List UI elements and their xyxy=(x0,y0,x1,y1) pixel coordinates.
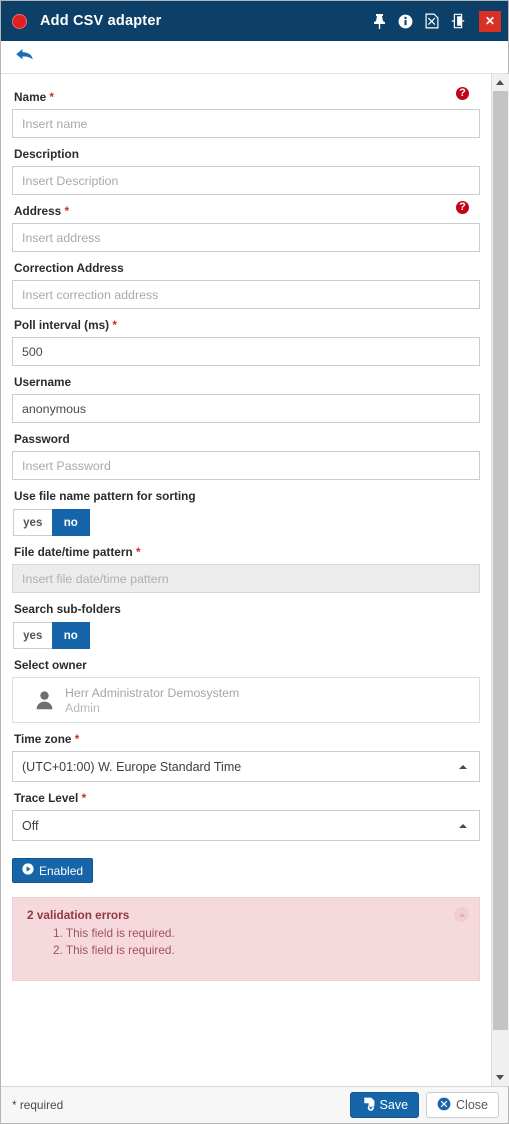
pin-icon[interactable] xyxy=(371,12,388,31)
field-search-subfolders: Search sub-folders yes no xyxy=(12,596,477,649)
field-select-owner: Select owner Herr Administrator Demosyst… xyxy=(12,652,480,723)
field-file-datetime-pattern: File date/time pattern * Insert file dat… xyxy=(12,539,480,593)
label-password: Password xyxy=(14,432,70,446)
field-poll-interval: Poll interval (ms) * 500 xyxy=(12,312,480,366)
subfolders-yes-option[interactable]: yes xyxy=(13,622,52,649)
info-icon[interactable] xyxy=(397,12,414,31)
dialog-footer: * required Save Close xyxy=(1,1086,508,1123)
validation-error-list: 1. This field is required. 2. This field… xyxy=(27,925,467,959)
time-zone-select[interactable]: (UTC+01:00) W. Europe Standard Time xyxy=(12,751,480,782)
required-note: * required xyxy=(12,1098,64,1112)
address-error-icon[interactable]: ? xyxy=(455,200,470,215)
enabled-button-label: Enabled xyxy=(39,863,84,878)
chevron-up-icon xyxy=(459,823,467,828)
titlebar-actions: ✕ xyxy=(371,10,504,32)
trace-level-value: Off xyxy=(22,818,39,833)
label-name: Name * xyxy=(14,90,55,104)
use-file-name-pattern-toggle[interactable]: yes no xyxy=(13,509,90,536)
time-zone-value: (UTC+01:00) W. Europe Standard Time xyxy=(22,759,242,774)
dialog-titlebar: Add CSV adapter ✕ xyxy=(1,1,508,41)
adapter-form: Name * ? Insert name Description Insert … xyxy=(1,74,491,1086)
password-input[interactable]: Insert Password xyxy=(12,451,480,480)
toggle-yes-option[interactable]: yes xyxy=(13,509,52,536)
owner-details: Herr Administrator Demosystem Admin xyxy=(65,686,239,715)
name-error-icon[interactable]: ? xyxy=(455,86,470,101)
pdf-export-icon[interactable] xyxy=(423,12,440,31)
scrollbar-track[interactable] xyxy=(491,91,509,1069)
field-password: Password Insert Password xyxy=(12,426,480,480)
description-input[interactable]: Insert Description xyxy=(12,166,480,195)
field-correction-address: Correction Address Insert correction add… xyxy=(12,255,480,309)
label-address: Address * xyxy=(14,204,70,218)
label-username: Username xyxy=(14,375,72,389)
validation-errors-panel: 2 validation errors 1. This field is req… xyxy=(12,897,480,981)
field-address: Address * ? Insert address xyxy=(12,198,480,252)
label-use-file-name-pattern: Use file name pattern for sorting xyxy=(14,489,196,503)
subfolders-no-option[interactable]: no xyxy=(51,622,90,649)
label-description: Description xyxy=(14,147,79,161)
label-select-owner: Select owner xyxy=(14,658,87,672)
label-file-datetime-pattern: File date/time pattern * xyxy=(14,545,141,559)
scroll-up-arrow-icon[interactable] xyxy=(491,74,509,91)
field-time-zone: Time zone * (UTC+01:00) W. Europe Standa… xyxy=(12,726,480,782)
correction-address-input[interactable]: Insert correction address xyxy=(12,280,480,309)
field-trace-level: Trace Level * Off xyxy=(12,785,480,841)
save-button[interactable]: Save xyxy=(349,1092,420,1118)
save-button-label: Save xyxy=(379,1098,409,1112)
form-scrollbar[interactable] xyxy=(491,74,509,1086)
file-datetime-pattern-input: Insert file date/time pattern xyxy=(12,564,480,593)
address-input[interactable]: Insert address xyxy=(12,223,480,252)
scrollbar-thumb[interactable] xyxy=(492,91,508,1030)
dialog-title: Add CSV adapter xyxy=(40,13,162,29)
field-use-file-name-pattern: Use file name pattern for sorting yes no xyxy=(12,483,477,536)
label-time-zone: Time zone * xyxy=(14,732,80,746)
trace-level-select[interactable]: Off xyxy=(12,810,480,841)
name-input[interactable]: Insert name xyxy=(12,109,480,138)
owner-name: Herr Administrator Demosystem xyxy=(65,685,240,700)
label-poll-interval: Poll interval (ms) * xyxy=(14,318,117,332)
scroll-down-arrow-icon[interactable] xyxy=(491,1069,509,1086)
add-csv-adapter-dialog: Add CSV adapter ✕ Name * ? Insert name D… xyxy=(0,0,509,1124)
close-button[interactable]: Close xyxy=(426,1092,499,1118)
label-search-subfolders: Search sub-folders xyxy=(14,602,121,616)
validation-collapse-icon[interactable] xyxy=(454,907,469,922)
close-button-label: Close xyxy=(456,1098,488,1112)
owner-role: Admin xyxy=(65,700,100,715)
list-item: 2. This field is required. xyxy=(53,943,175,958)
save-disk-icon xyxy=(361,1097,375,1114)
field-name: Name * ? Insert name xyxy=(12,84,480,138)
validation-title: 2 validation errors xyxy=(27,908,130,922)
field-description: Description Insert Description xyxy=(12,141,480,195)
poll-interval-input[interactable]: 500 xyxy=(12,337,480,366)
field-username: Username anonymous xyxy=(12,369,480,423)
cancel-circle-icon xyxy=(437,1097,451,1114)
toggle-no-option[interactable]: no xyxy=(51,509,90,536)
dialog-body: Name * ? Insert name Description Insert … xyxy=(1,74,509,1086)
list-item: 1. This field is required. xyxy=(53,926,175,940)
navigation-bar xyxy=(1,41,508,74)
play-circle-icon xyxy=(22,863,34,878)
owner-selector[interactable]: Herr Administrator Demosystem Admin xyxy=(12,677,480,723)
close-dialog-button[interactable]: ✕ xyxy=(479,10,501,32)
label-trace-level: Trace Level * xyxy=(14,791,87,805)
person-icon xyxy=(23,690,65,710)
detach-window-icon[interactable] xyxy=(449,12,466,31)
username-input[interactable]: anonymous xyxy=(12,394,480,423)
record-indicator-icon xyxy=(12,13,27,29)
enabled-toggle-button[interactable]: Enabled xyxy=(12,858,94,883)
label-correction-address: Correction Address xyxy=(14,261,124,275)
search-subfolders-toggle[interactable]: yes no xyxy=(13,622,90,649)
back-arrow-icon[interactable] xyxy=(15,47,34,67)
chevron-up-icon xyxy=(459,764,467,769)
